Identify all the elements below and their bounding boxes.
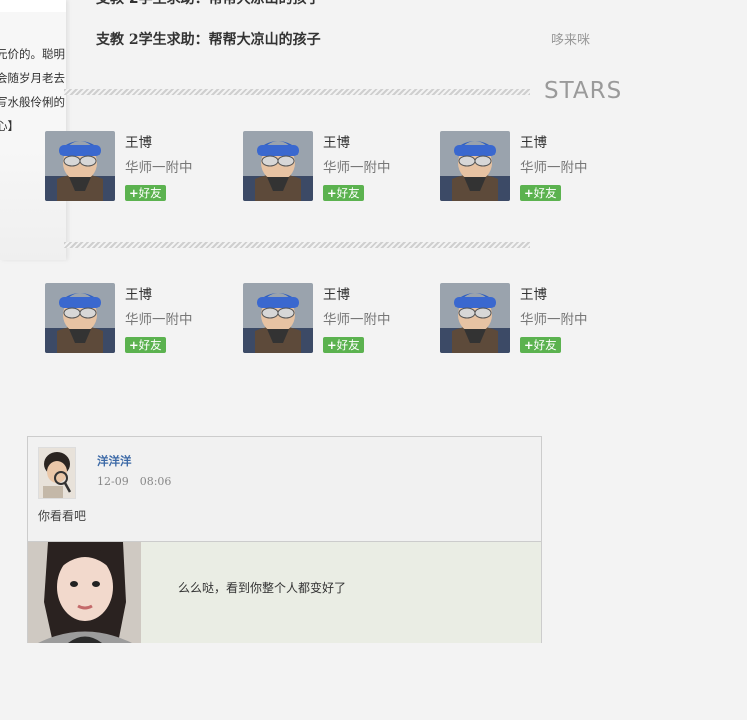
add-friend-button[interactable]: +好友 — [520, 185, 561, 201]
side-text-line: 会随岁月老去 — [0, 71, 65, 85]
reply-avatar[interactable] — [28, 542, 141, 643]
plus-icon: + — [327, 338, 337, 352]
side-panel-header — [0, 0, 66, 12]
star-name[interactable]: 王博 — [125, 131, 152, 151]
add-friend-button[interactable]: +好友 — [125, 185, 166, 201]
avatar[interactable] — [440, 283, 510, 353]
avatar-image — [45, 283, 115, 353]
avatar-image — [39, 448, 75, 498]
star-name[interactable]: 王博 — [520, 283, 547, 303]
side-text-line: 元价的。聪明 — [0, 47, 65, 61]
topic-title-link[interactable]: 支教 2学生求助：帮帮大凉山的孩子 — [96, 29, 321, 49]
reply-text: 么么哒，看到你整个人都变好了 — [178, 581, 347, 595]
star-name[interactable]: 王博 — [323, 283, 350, 303]
message-timestamp: 12-09 08:06 — [97, 475, 172, 488]
add-friend-label: 好友 — [533, 186, 557, 200]
add-friend-label: 好友 — [533, 338, 557, 352]
avatar-image — [440, 283, 510, 353]
plus-icon: + — [524, 338, 534, 352]
avatar[interactable] — [45, 131, 115, 201]
add-friend-label: 好友 — [336, 338, 360, 352]
avatar[interactable] — [243, 283, 313, 353]
add-friend-label: 好友 — [138, 338, 162, 352]
add-friend-button[interactable]: +好友 — [125, 337, 166, 353]
star-card: 王博 华师一附中 +好友 — [45, 131, 225, 203]
message-username[interactable]: 洋洋洋 — [97, 453, 132, 469]
star-school: 华师一附中 — [520, 312, 588, 328]
avatar[interactable] — [38, 447, 76, 499]
avatar-image — [243, 283, 313, 353]
message-card: 洋洋洋 12-09 08:06 你看看吧 么么哒，看到你整个人都变好了 — [27, 436, 542, 643]
star-name[interactable]: 王博 — [520, 131, 547, 151]
section-divider — [64, 89, 530, 95]
section-divider — [64, 242, 530, 248]
star-name[interactable]: 王博 — [125, 283, 152, 303]
avatar[interactable] — [440, 131, 510, 201]
add-friend-button[interactable]: +好友 — [323, 337, 364, 353]
avatar[interactable] — [45, 283, 115, 353]
plus-icon: + — [524, 186, 534, 200]
topic-row: 支教 2学生求助：帮帮大凉山的孩子 哆来咪 — [96, 29, 606, 49]
star-school: 华师一附中 — [323, 160, 391, 176]
add-friend-button[interactable]: +好友 — [323, 185, 364, 201]
star-card: 王博 华师一附中 +好友 — [440, 283, 620, 355]
star-name[interactable]: 王博 — [323, 131, 350, 151]
star-card: 王博 华师一附中 +好友 — [243, 131, 423, 203]
add-friend-label: 好友 — [138, 186, 162, 200]
side-text-line: 写水般伶俐的 — [0, 95, 65, 109]
avatar-image — [45, 131, 115, 201]
star-school: 华师一附中 — [520, 160, 588, 176]
add-friend-label: 好友 — [336, 186, 360, 200]
message-text: 你看看吧 — [38, 509, 87, 523]
avatar-image — [243, 131, 313, 201]
avatar-image — [440, 131, 510, 201]
plus-icon: + — [129, 186, 139, 200]
topic-user-link[interactable]: 哆来咪 — [551, 29, 590, 48]
avatar[interactable] — [243, 131, 313, 201]
star-card: 王博 华师一附中 +好友 — [440, 131, 620, 203]
star-card: 王博 华师一附中 +好友 — [45, 283, 225, 355]
avatar-image — [28, 542, 141, 643]
stars-heading: STARS — [544, 78, 623, 104]
add-friend-button[interactable]: +好友 — [520, 337, 561, 353]
star-school: 华师一附中 — [323, 312, 391, 328]
side-text-line: 心】 — [0, 119, 19, 133]
plus-icon: + — [327, 186, 337, 200]
plus-icon: + — [129, 338, 139, 352]
reply-area: 么么哒，看到你整个人都变好了 — [28, 541, 541, 643]
star-school: 华师一附中 — [125, 160, 193, 176]
topic-title-link[interactable]: 支教 2学生求助：帮帮大凉山的孩子 — [96, 0, 321, 8]
star-card: 王博 华师一附中 +好友 — [243, 283, 423, 355]
side-intro-panel: 元价的。聪明 会随岁月老去 写水般伶俐的 心】 — [0, 0, 66, 260]
star-school: 华师一附中 — [125, 312, 193, 328]
